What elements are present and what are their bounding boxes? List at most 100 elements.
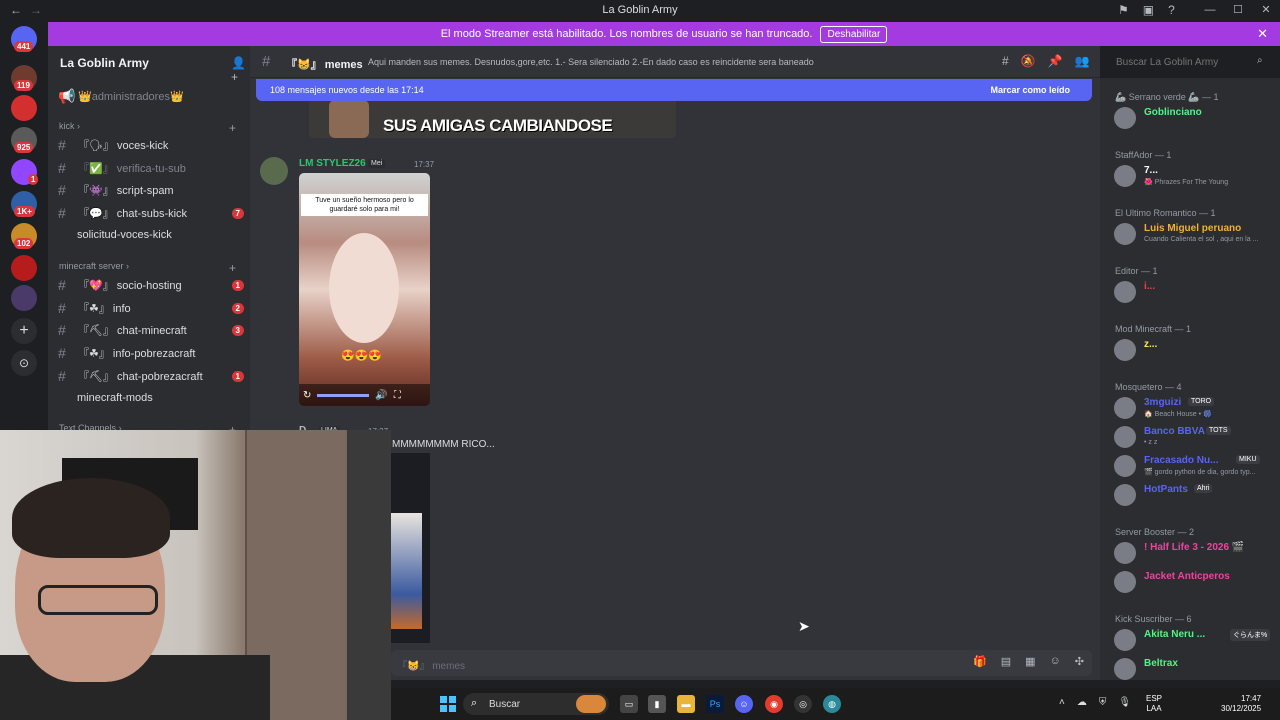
- channel-voces-kick[interactable]: # 『🗣』 voces-kick: [58, 135, 244, 155]
- members-icon[interactable]: 👥: [1075, 54, 1090, 68]
- server-name[interactable]: La Goblin Army: [60, 56, 149, 70]
- pin-icon[interactable]: 📌: [1048, 54, 1063, 68]
- background-curtain: [347, 430, 391, 720]
- member-name: Fracasado Nu...: [1144, 455, 1219, 466]
- avatar[interactable]: [260, 157, 288, 185]
- channel-topic[interactable]: Aqui manden sus memes. Desnudos,gore,etc…: [368, 57, 814, 67]
- microphone-icon[interactable]: 🎙: [1118, 697, 1131, 708]
- windows-start-icon[interactable]: [440, 696, 456, 712]
- back-arrow-icon[interactable]: ←: [10, 3, 22, 17]
- task-view-icon[interactable]: ▭: [620, 695, 638, 713]
- replay-icon[interactable]: ↻: [303, 390, 311, 401]
- video-progress-bar[interactable]: [317, 393, 370, 397]
- member-item[interactable]: Luis Miguel peruano Cuando Calienta el so…: [1114, 221, 1276, 247]
- avatar: [1114, 397, 1136, 419]
- chevron-up-icon[interactable]: ˄: [1059, 697, 1065, 708]
- role-header: Mod Minecraft — 1: [1115, 324, 1192, 334]
- category-kick[interactable]: kick › +: [59, 121, 236, 135]
- explore-icon[interactable]: ⊙: [11, 350, 37, 376]
- sticker-icon[interactable]: ▦: [1025, 655, 1035, 668]
- file-explorer-icon[interactable]: ▬: [677, 695, 695, 713]
- emoji-icon[interactable]: ☺: [1050, 655, 1061, 668]
- avatar: [1114, 571, 1136, 593]
- screen-icon[interactable]: ▣: [1143, 3, 1154, 17]
- member-item[interactable]: Beltrax: [1114, 656, 1276, 680]
- gift-icon[interactable]: 🎁: [973, 655, 987, 668]
- invite-icon[interactable]: 👤+: [231, 56, 250, 84]
- chevron-icon: ›: [126, 261, 130, 271]
- meme-image[interactable]: SUS AMIGAS CAMBIANDOSE: [309, 100, 676, 138]
- member-tag: TORO: [1188, 397, 1215, 406]
- channel-chat-minecraft[interactable]: # 『⛏』 chat-minecraft 3: [58, 320, 244, 340]
- member-item[interactable]: 7... 🌺 Phrazes For The Young: [1114, 163, 1276, 189]
- channel-label: 『💬』 chat-subs-kick: [78, 208, 188, 220]
- app-icon[interactable]: ▮: [648, 695, 666, 713]
- message-text: MMMMMMMM RICO...: [392, 439, 495, 450]
- member-item[interactable]: Goblinciano: [1114, 105, 1276, 131]
- volume-icon[interactable]: 🔊: [375, 390, 387, 401]
- obs-icon[interactable]: ◎: [794, 695, 812, 713]
- maximize-button[interactable]: ☐: [1224, 0, 1252, 21]
- app-icon[interactable]: ◍: [823, 695, 841, 713]
- close-icon[interactable]: ✕: [1257, 26, 1268, 42]
- clock[interactable]: 17:47 30/12/2025: [1221, 694, 1261, 714]
- channel-info-pobrezacraft[interactable]: # 『☘』 info-pobrezacraft: [58, 343, 244, 363]
- cloud-icon[interactable]: ☁: [1077, 697, 1087, 708]
- add-channel-icon[interactable]: +: [229, 121, 236, 135]
- member-item[interactable]: i...: [1114, 279, 1276, 305]
- title-bar: ← → La Goblin Army ⚑ ▣ ? — ☐ ✕: [0, 0, 1280, 21]
- member-item[interactable]: Banco BBVA TOTS • z z: [1114, 424, 1276, 450]
- channel-chat-subs-kick[interactable]: # 『💬』 chat-subs-kick 7: [58, 203, 244, 223]
- add-channel-icon[interactable]: +: [229, 261, 236, 275]
- member-tag: Ahri: [1194, 484, 1213, 493]
- language-indicator[interactable]: ESP LAA: [1146, 694, 1162, 714]
- channel-verifica-tu-sub[interactable]: # 『✅』 verifica-tu-sub: [58, 158, 244, 178]
- image-attachment[interactable]: [391, 453, 430, 643]
- defender-icon[interactable]: ⛨: [1099, 697, 1107, 708]
- channel-minecraft-mods[interactable]: minecraft-mods: [58, 388, 244, 408]
- apps-icon[interactable]: ✣: [1075, 655, 1084, 668]
- photoshop-icon[interactable]: Ps: [706, 695, 724, 713]
- mouse-cursor-icon: ➤: [798, 618, 810, 634]
- message-composer[interactable]: 『😸』 memes 🎁 ▤ ▦ ☺ ✣: [391, 650, 1092, 676]
- member-item[interactable]: ! Half Life 3 - 2026 🎬: [1114, 540, 1276, 566]
- help-icon[interactable]: ?: [1168, 3, 1175, 17]
- server-icon[interactable]: [11, 95, 37, 121]
- channel-script-spam[interactable]: # 『👾』 script-spam: [58, 180, 244, 200]
- member-item[interactable]: Akita Neru ... ぐらんま%: [1114, 627, 1276, 653]
- notifications-muted-icon[interactable]: 🔕: [1021, 54, 1036, 68]
- forward-arrow-icon[interactable]: →: [30, 3, 42, 17]
- new-messages-bar[interactable]: 108 mensajes nuevos desde las 17:14 Marc…: [256, 79, 1092, 101]
- member-item[interactable]: z...: [1114, 337, 1276, 363]
- inbox-icon[interactable]: ⚑: [1118, 3, 1129, 17]
- server-icon[interactable]: [11, 285, 37, 311]
- member-tag: MIKU: [1236, 455, 1260, 464]
- member-item[interactable]: Jacket Anticperos: [1114, 569, 1276, 595]
- channel-socio-hosting[interactable]: # 『💖』 socio-hosting 1: [58, 275, 244, 295]
- category-minecraft-server[interactable]: minecraft server › +: [59, 261, 236, 275]
- search-input[interactable]: [1110, 52, 1274, 72]
- minimize-button[interactable]: —: [1196, 0, 1224, 21]
- video-attachment[interactable]: Tuve un sueño hermoso pero lo guardaré s…: [299, 173, 430, 406]
- member-item[interactable]: HotPants Ahri: [1114, 482, 1276, 508]
- mark-read-button[interactable]: Marcar como leído: [990, 85, 1070, 95]
- message-author[interactable]: LM STYLEZ26: [299, 158, 366, 169]
- fullscreen-icon[interactable]: ⛶: [394, 390, 401, 401]
- channel-label: 『☘』 info-pobrezacraft: [78, 348, 196, 360]
- close-button[interactable]: ✕: [1252, 0, 1280, 21]
- disable-streamer-button[interactable]: Deshabilitar: [820, 25, 888, 43]
- channel-solicitud-voces-kick[interactable]: solicitud-voces-kick: [58, 225, 244, 245]
- chrome-icon[interactable]: ◉: [765, 695, 783, 713]
- member-item[interactable]: Fracasado Nu... MIKU 🎬 gordo python de dia…: [1114, 453, 1276, 479]
- unread-badge: 925: [14, 142, 34, 153]
- add-server-icon[interactable]: +: [11, 318, 37, 344]
- discord-icon[interactable]: ☺: [735, 695, 753, 713]
- unread-badge: 1: [28, 174, 39, 185]
- gif-icon[interactable]: ▤: [1001, 655, 1011, 668]
- channel-info[interactable]: # 『☘』 info 2: [58, 298, 244, 318]
- server-icon[interactable]: [11, 255, 37, 281]
- channel-chat-pobrezacraft[interactable]: # 『⛏』 chat-pobrezacraft 1: [58, 366, 244, 386]
- channel-administradores[interactable]: 📢 👑administradores👑: [58, 86, 244, 106]
- member-item[interactable]: 3mguizi TORO 🏠 Beach House • 🎆: [1114, 395, 1276, 421]
- threads-icon[interactable]: #: [1002, 54, 1009, 68]
